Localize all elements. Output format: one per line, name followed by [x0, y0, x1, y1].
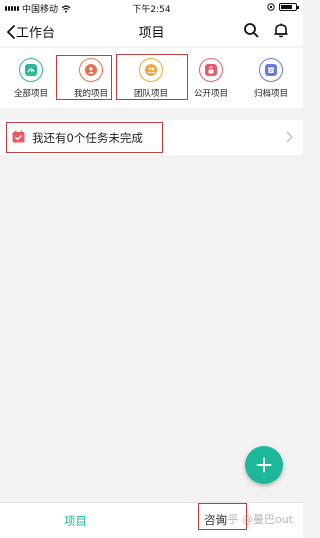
battery-level: [281, 5, 292, 9]
quick-item-label: 归档项目: [253, 89, 288, 99]
search-icon[interactable]: [243, 22, 259, 38]
back-button[interactable]: 工作台: [6, 22, 55, 41]
tab-bar: 项目 咨询 知乎 @曼巴out: [0, 502, 303, 538]
plus-icon: [256, 457, 272, 473]
status-right: [267, 3, 299, 11]
quick-item-label: 全部项目: [13, 89, 48, 99]
quick-item-all-projects[interactable]: 全部项目: [6, 58, 56, 99]
orientation-lock-icon: [267, 3, 275, 11]
highlight-box: [116, 54, 188, 100]
tab-projects[interactable]: 项目: [64, 513, 87, 529]
quick-item-public-projects[interactable]: 公开项目: [186, 58, 236, 99]
section-divider: [0, 112, 303, 120]
chevron-left-icon: [7, 24, 15, 39]
add-project-button[interactable]: [245, 446, 283, 484]
back-label: 工作台: [16, 26, 56, 41]
dashboard-icon: [19, 58, 43, 82]
battery-icon: [279, 3, 299, 11]
nav-bar: 工作台 项目: [0, 16, 303, 46]
status-time: 下午2:54: [132, 5, 171, 15]
bell-icon[interactable]: [273, 22, 289, 38]
quick-item-archived-projects[interactable]: 归档项目: [246, 58, 296, 99]
unlock-icon: [199, 58, 223, 82]
nav-actions: [243, 22, 289, 38]
highlight-box: [6, 122, 163, 153]
highlight-box: [56, 55, 112, 100]
chevron-right-icon: [286, 131, 293, 143]
quick-item-label: 公开项目: [193, 89, 228, 99]
archive-icon: [259, 58, 283, 82]
status-bar: 中国移动 下午2:54: [0, 0, 303, 16]
highlight-box: [198, 503, 247, 530]
